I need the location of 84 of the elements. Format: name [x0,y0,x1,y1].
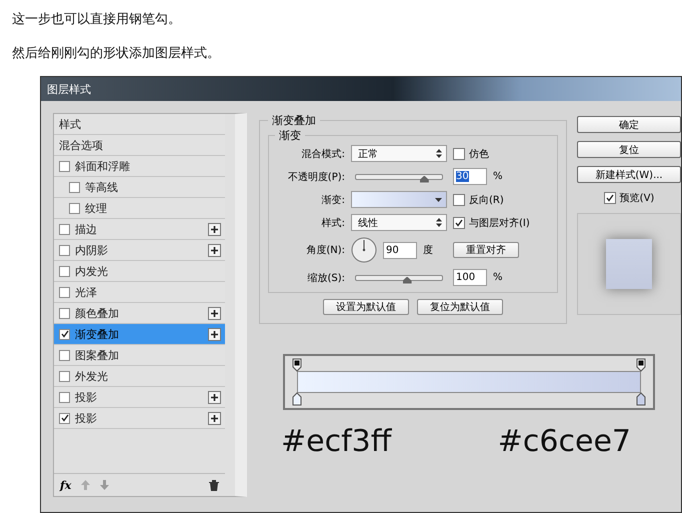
style-label: 内发光 [75,264,109,278]
gradient-picker[interactable] [351,191,447,208]
checkbox[interactable] [59,244,70,256]
checkbox[interactable] [69,202,80,214]
angle-input[interactable]: 90 [383,242,417,258]
checkbox[interactable] [59,160,70,172]
dialog-button[interactable]: 复位 [577,141,681,158]
reset-align-button[interactable]: 重置对齐 [453,242,519,258]
unit-label: % [493,171,503,182]
style-label: 纹理 [85,200,108,216]
color-code-caption: #ecf3ff [281,424,392,459]
color-code-caption: #c6cee7 [498,424,631,459]
dialog-button[interactable]: 确定 [577,116,681,133]
slider-thumb[interactable] [402,276,412,284]
window-title: 图层样式 [47,82,91,96]
default-button[interactable]: 复位为默认值 [417,299,503,315]
style-label: 投影 [75,410,98,426]
checkbox[interactable] [453,216,465,228]
add-icon[interactable] [208,390,221,404]
checkbox[interactable] [59,370,70,382]
checkbox[interactable] [59,328,70,340]
add-icon[interactable] [208,412,221,424]
paragraph: 这一步也可以直接用钢笔勾。 [11,11,182,29]
style-label: 斜面和浮雕 [75,158,131,174]
group-title: 渐变 [278,128,302,143]
checkbox[interactable] [453,194,465,206]
checkbox[interactable] [69,182,80,192]
checkbox[interactable] [59,286,70,298]
style-label: 内阴影 [75,242,109,258]
opacity-stop-icon[interactable] [292,358,302,372]
checkbox[interactable] [59,224,70,234]
opacity-stop-icon[interactable] [636,358,646,372]
default-button[interactable]: 设置为默认值 [323,299,409,315]
checkbox[interactable] [59,308,70,318]
paragraph: 然后给刚刚勾的形状添加图层样式。 [11,45,221,63]
checkbox[interactable] [453,148,465,160]
checkbox[interactable] [604,192,616,204]
updown-arrow-icon [436,149,442,158]
panel-title: 渐变叠加 [271,113,317,128]
style-label: 描边 [75,222,98,236]
slider-thumb[interactable] [420,176,429,182]
preview-square [606,239,652,289]
style-label: 外发光 [75,368,109,384]
unit-label: 度 [423,244,433,257]
option-label: 仿色 [469,148,489,160]
unit-label: % [493,272,503,283]
style-label: 渐变叠加 [75,326,120,342]
option-label: 预览(V) [620,192,654,205]
scale-input[interactable]: 100 [453,269,487,286]
field-label: 样式: [320,216,345,230]
style-item[interactable]: 渐变叠加 [54,324,225,345]
checkbox[interactable] [59,392,70,402]
checkbox[interactable] [59,350,70,360]
checkbox[interactable] [59,412,70,424]
style-label: 光泽 [75,284,98,300]
color-stop-icon[interactable] [636,392,646,406]
color-stop-icon[interactable] [292,392,302,406]
style-label: 混合选项 [59,138,104,152]
updown-arrow-icon [436,218,442,227]
add-icon[interactable] [208,222,221,236]
option-label: 与图层对齐(I) [469,216,530,230]
field-label: 渐变: [320,194,345,206]
style-label: 等高线 [85,180,119,194]
checkbox[interactable] [59,266,70,276]
style-label: 样式 [59,116,82,132]
field-label: 不透明度(P): [286,170,345,184]
add-icon[interactable] [208,244,221,256]
style-label: 投影 [75,390,98,404]
dialog-button[interactable]: 新建样式(W)... [577,166,681,183]
fx-button[interactable]: fx [60,478,72,492]
field-label: 缩放(S): [306,272,345,284]
style-select[interactable]: 线性 [351,214,447,231]
blend-mode-select[interactable]: 正常 [351,145,447,162]
angle-dial-icon[interactable] [351,237,377,263]
opacity-input[interactable]: 30 [453,168,487,185]
trash-icon[interactable] [209,480,219,490]
dropdown-arrow-icon [435,198,442,202]
style-label: 颜色叠加 [75,306,120,320]
style-label: 图案叠加 [75,348,120,362]
add-icon[interactable] [208,306,221,320]
field-label: 混合模式: [300,148,345,160]
field-label: 角度(N): [305,244,345,257]
add-icon[interactable] [208,328,221,340]
option-label: 反向(R) [469,194,504,206]
